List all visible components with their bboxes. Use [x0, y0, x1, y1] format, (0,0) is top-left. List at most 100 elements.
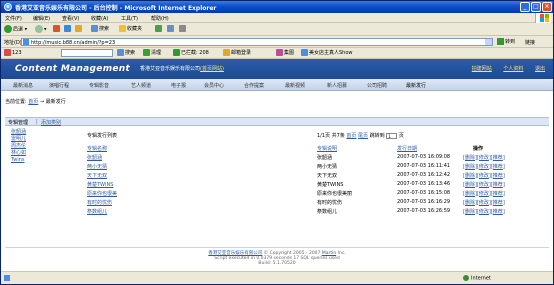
edit-link[interactable]: 修改: [479, 173, 489, 179]
address-dropdown-icon[interactable]: [485, 39, 492, 45]
favorites-button[interactable]: 收藏夹: [119, 25, 142, 34]
edit-link[interactable]: 修改: [479, 191, 489, 197]
minimize-button[interactable]: _: [520, 2, 530, 12]
album-name-link[interactable]: 有时的忧伤: [87, 199, 112, 206]
album-name-link[interactable]: 黄楚TWINS: [87, 181, 113, 188]
nav-videos[interactable]: 最新视频: [285, 82, 305, 89]
header-release-date[interactable]: 发行日期: [397, 145, 417, 152]
profile-link[interactable]: 个人资料: [503, 66, 523, 72]
edit-link[interactable]: 修改: [479, 164, 489, 170]
first-page-link[interactable]: 首页: [346, 133, 356, 139]
delete-link[interactable]: 删除: [465, 209, 475, 215]
nav-news[interactable]: 最新消息: [13, 82, 33, 89]
breadcrumb-home[interactable]: 首页: [28, 99, 38, 105]
delete-link[interactable]: 删除: [465, 182, 475, 188]
table-row: 天下无双 天下无双 2007-07-03 16:12:42 [删除][修改][推荐]: [1, 172, 553, 180]
edit-link[interactable]: 修改: [479, 200, 489, 206]
nav-recruit[interactable]: 新人招募: [327, 82, 347, 89]
history-button[interactable]: [155, 25, 163, 34]
delete-link[interactable]: 删除: [465, 164, 475, 170]
menu-tools[interactable]: 工具(T): [121, 15, 138, 22]
menu-favorites[interactable]: 收藏(A): [91, 15, 108, 22]
menu-edit[interactable]: 编辑(E): [33, 15, 50, 22]
footer-build: Build: 5.1.70520: [258, 261, 296, 266]
logout-link[interactable]: 退出: [535, 66, 545, 72]
recommend-link[interactable]: 推荐: [493, 191, 503, 197]
nav-newsletter[interactable]: 电子报: [171, 82, 186, 89]
home-button[interactable]: [75, 25, 83, 34]
menu-file[interactable]: 文件(F): [5, 15, 22, 22]
album-name-link[interactable]: 张韶涵: [87, 154, 102, 161]
mail-login-button[interactable]: 邮箱登录: [223, 49, 251, 58]
title-bar: e 香港艾亚音乐娱乐有限公司 - 后台控制 - Microsoft Intern…: [1, 1, 553, 13]
sidebar-item[interactable]: 雷明儿: [11, 136, 26, 143]
delete-link[interactable]: 删除: [465, 155, 475, 161]
page-select[interactable]: 1: [386, 132, 398, 139]
edit-link[interactable]: 修改: [479, 155, 489, 161]
nav-proposals[interactable]: 合作提案: [244, 82, 264, 89]
address-input[interactable]: http://music.b88.cn/admin/?p=23: [21, 38, 493, 46]
nav-jobs[interactable]: 公司招聘: [367, 82, 387, 89]
close-button[interactable]: ×: [542, 2, 552, 12]
maximize-button[interactable]: □: [531, 2, 541, 12]
refresh-icon: [64, 25, 71, 32]
recommend-link[interactable]: 推荐: [493, 173, 503, 179]
forward-button[interactable]: ▾: [35, 25, 47, 34]
go-button[interactable]: 转到: [497, 38, 515, 46]
delete-link[interactable]: 删除: [465, 191, 475, 197]
build-site-link[interactable]: 拍建网站: [472, 66, 492, 72]
links-button[interactable]: 链接: [525, 39, 535, 46]
popup-blocked-button[interactable]: 已拦截: 208: [173, 49, 209, 58]
browser-window: e 香港艾亚音乐娱乐有限公司 - 后台控制 - Microsoft Intern…: [0, 0, 554, 285]
addon-search-button[interactable]: 搜索: [117, 49, 135, 58]
recommend-link[interactable]: 推荐: [493, 155, 503, 161]
stop-button[interactable]: [53, 25, 61, 34]
edit-link[interactable]: 修改: [479, 182, 489, 188]
forward-arrow-icon: [35, 25, 43, 33]
menu-help[interactable]: 帮助(H): [151, 15, 169, 22]
refresh-button[interactable]: [64, 25, 72, 34]
delete-link[interactable]: 删除: [465, 200, 475, 206]
pager: 1/1页 共7条 首页 尾页 跳转到 1 页: [317, 132, 404, 139]
menu-view[interactable]: 查看(V): [62, 15, 79, 22]
news-link[interactable]: 美女店主真人Show: [301, 49, 353, 58]
company-home-link[interactable]: (首页网站): [200, 66, 224, 72]
back-button[interactable]: 后退 ▾: [4, 25, 27, 34]
release-date: 2007-07-03 16:12:42: [397, 172, 451, 178]
print-button[interactable]: [179, 25, 187, 34]
album-name-link[interactable]: 两小无猜: [87, 163, 107, 170]
recommend-link[interactable]: 推荐: [493, 164, 503, 170]
nav-tour[interactable]: 演唱行程: [49, 82, 69, 89]
menu-bar: 文件(F) 编辑(E) 查看(V) 收藏(A) 工具(T) 帮助(H): [1, 13, 553, 23]
addon-search-input[interactable]: [61, 49, 113, 57]
zoom-box[interactable]: 123: [4, 49, 22, 58]
nav-members[interactable]: 会员中心: [204, 82, 224, 89]
recommend-link[interactable]: 推荐: [493, 209, 503, 215]
album-description: 黄楚TWINS: [317, 182, 344, 188]
album-name-link[interactable]: 天下无双: [87, 172, 107, 179]
row-actions: [删除][修改][推荐]: [463, 191, 505, 197]
mail-button[interactable]: [167, 25, 175, 34]
address-bar: 地址(D) http://music.b88.cn/admin/?p=23 转到…: [1, 36, 553, 48]
release-date: 2007-07-03 16:26:59: [397, 208, 451, 214]
album-name-link[interactable]: 祭数组儿: [87, 208, 107, 215]
sidebar-item[interactable]: 周杰伦: [11, 143, 26, 150]
search-button[interactable]: 搜索: [91, 25, 109, 34]
album-button[interactable]: 集图: [276, 49, 294, 58]
recommend-link[interactable]: 推荐: [493, 182, 503, 188]
clean-button[interactable]: 清理: [143, 49, 161, 58]
recommend-link[interactable]: 推荐: [493, 200, 503, 206]
last-page-link[interactable]: 尾页: [358, 133, 368, 139]
sidebar-item[interactable]: 张韶涵: [11, 129, 26, 136]
delete-link[interactable]: 删除: [465, 173, 475, 179]
table-row: 张韶涵 张韶涵 2007-07-03 16:09:08 [删除][修改][推荐]: [1, 154, 553, 162]
nav-artists[interactable]: 艺人频道: [131, 82, 151, 89]
nav-releases[interactable]: 最新发行: [406, 82, 426, 89]
nav-albums[interactable]: 专辑影音: [89, 82, 109, 89]
page-unit: 页: [398, 133, 404, 139]
edit-link[interactable]: 修改: [479, 209, 489, 215]
header-description[interactable]: 专辑说明: [317, 145, 337, 152]
header-album-name[interactable]: 专辑名称: [87, 145, 107, 152]
album-name-link[interactable]: 原来你也很美: [87, 190, 117, 197]
add-category-link[interactable]: 添加类别: [41, 119, 61, 126]
